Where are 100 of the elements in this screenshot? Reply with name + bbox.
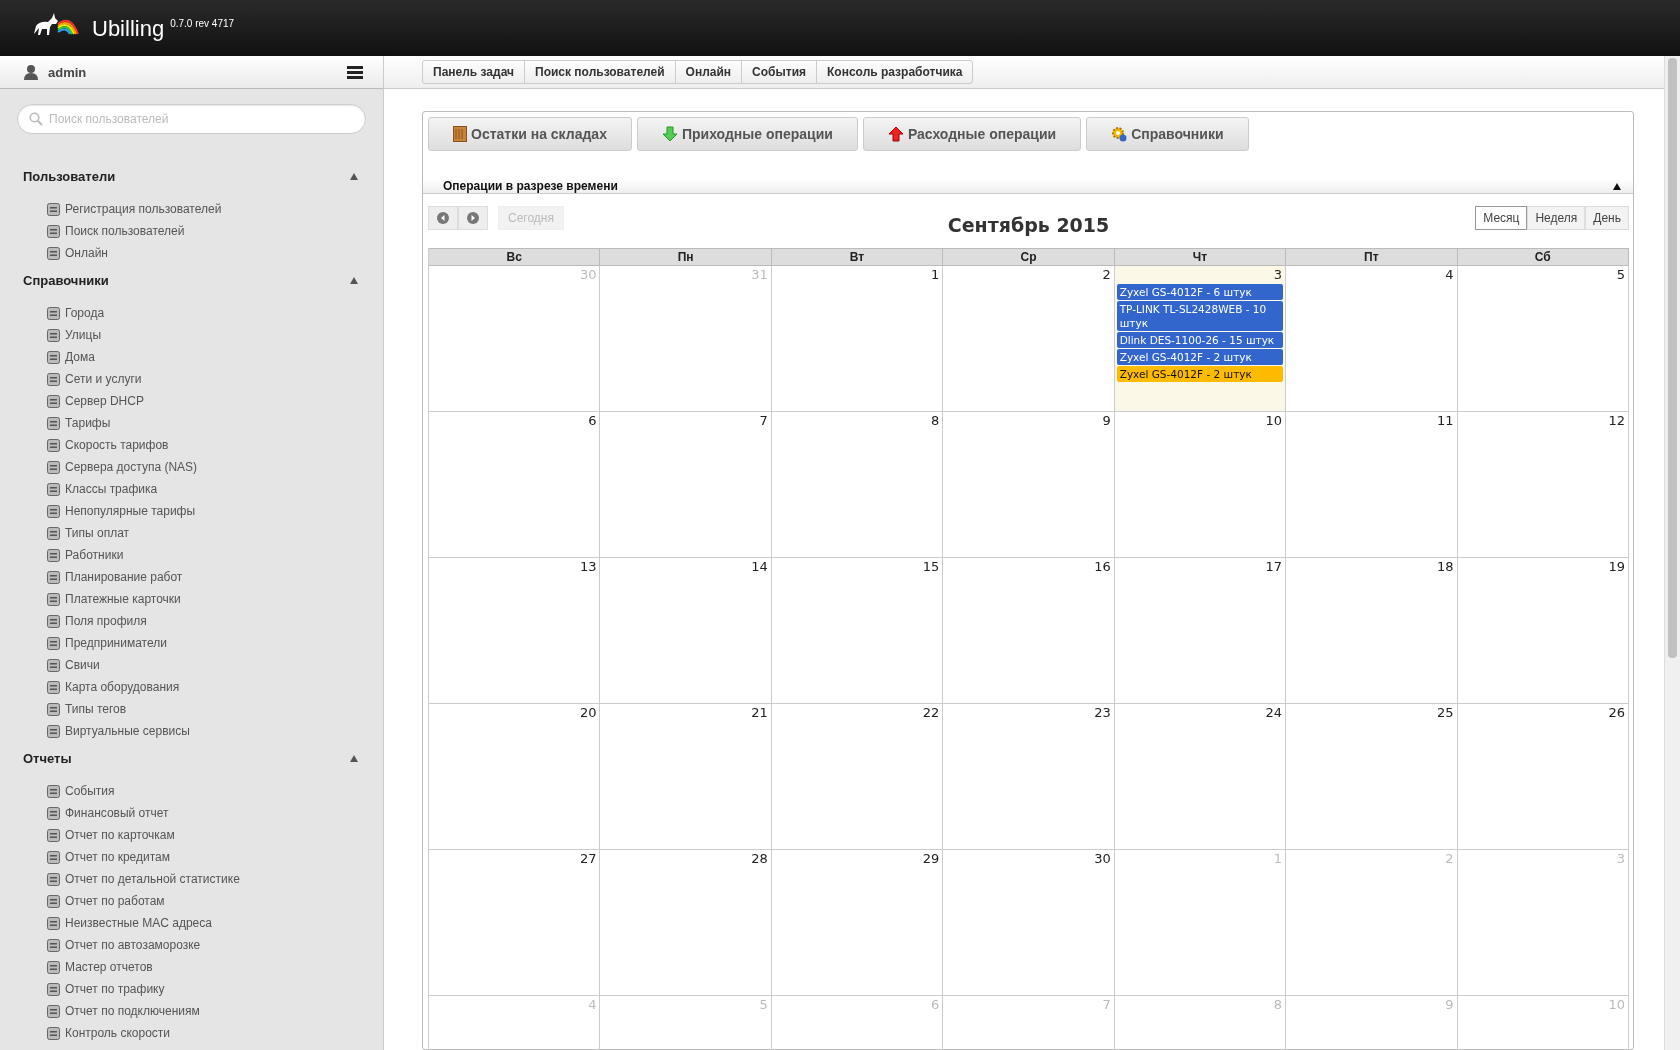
- day-number: 8: [930, 412, 941, 430]
- view-tab[interactable]: Месяц: [1475, 206, 1528, 230]
- day-number: 20: [578, 704, 598, 722]
- sidebar-link[interactable]: Отчет по кредитам: [65, 850, 171, 864]
- day-number: 3: [1615, 850, 1626, 868]
- previous-button[interactable]: [428, 206, 458, 230]
- collapse-icon[interactable]: [350, 754, 358, 762]
- sidebar-link[interactable]: Неизвестные MAC адреса: [65, 916, 212, 930]
- breadcrumb-link[interactable]: События: [742, 61, 818, 83]
- toolbar-button[interactable]: Остатки на складах: [428, 117, 632, 151]
- menu-item-icon: [46, 981, 61, 997]
- sidebar-link[interactable]: Отчет по подключениям: [65, 1004, 200, 1018]
- day-number: 22: [921, 704, 941, 722]
- day-number: 28: [750, 850, 769, 868]
- sidebar-link[interactable]: Работники: [65, 548, 124, 562]
- sidebar-link[interactable]: Непопулярные тарифы: [65, 504, 196, 518]
- sidebar-link[interactable]: Виртуальные сервисы: [65, 724, 190, 738]
- collapse-icon[interactable]: [1613, 182, 1621, 190]
- day-number: 1: [1272, 850, 1284, 868]
- sidebar-link[interactable]: События: [65, 784, 115, 798]
- sidebar-link[interactable]: Свичи: [65, 658, 100, 672]
- collapse-icon[interactable]: [350, 172, 358, 180]
- sidebar-link[interactable]: Регистрация пользователей: [65, 202, 222, 216]
- sidebar-link[interactable]: Предприниматели: [65, 636, 167, 650]
- section-title[interactable]: Справочники: [23, 272, 109, 288]
- calendar-event[interactable]: TP-LINK TL-SL2428WEB - 10 штук: [1116, 301, 1284, 331]
- menu-item-icon: [46, 1003, 61, 1019]
- sidebar-link[interactable]: Контроль скорости: [65, 1026, 171, 1040]
- weekday-header: Чт: [1114, 248, 1287, 266]
- arrow-down-icon: [661, 126, 678, 142]
- sidebar-link[interactable]: Дома: [65, 350, 95, 364]
- menu-item-icon: [46, 723, 61, 739]
- breadcrumb-link[interactable]: Онлайн: [675, 61, 743, 83]
- sidebar-link[interactable]: Отчет по трафику: [65, 982, 165, 996]
- search-field[interactable]: Поиск пользователей: [17, 104, 366, 134]
- sidebar-link[interactable]: Типы тегов: [65, 702, 127, 716]
- day-number: 2: [1444, 850, 1455, 868]
- user-name[interactable]: admin: [48, 64, 338, 80]
- arrow-up-icon: [887, 126, 904, 142]
- section-title[interactable]: Отчеты: [23, 750, 72, 766]
- menu-item-icon: [46, 591, 61, 607]
- sidebar-link[interactable]: Отчет по автозаморозке: [65, 938, 201, 952]
- app-name: Ubilling: [92, 16, 165, 42]
- day-number: 24: [1264, 704, 1284, 722]
- sidebar-link[interactable]: Мастер отчетов: [65, 960, 153, 974]
- day-number: 17: [1264, 558, 1284, 576]
- toolbar-button[interactable]: Расходные операции: [862, 117, 1082, 151]
- sidebar-link[interactable]: Финансовый отчет: [65, 806, 169, 820]
- menu-item-icon: [46, 481, 61, 497]
- gear-icon: [1111, 126, 1128, 142]
- menu-icon[interactable]: [347, 65, 363, 79]
- sidebar-link[interactable]: Классы трафика: [65, 482, 158, 496]
- sidebar-link[interactable]: Скорость тарифов: [65, 438, 169, 452]
- sidebar-link[interactable]: Поля профиля: [65, 614, 147, 628]
- view-tab[interactable]: Неделя: [1527, 206, 1586, 230]
- calendar-event[interactable]: Zyxel GS-4012F - 2 штук: [1116, 349, 1284, 365]
- calendar-event[interactable]: Zyxel GS-4012F - 2 штук: [1116, 366, 1284, 382]
- sidebar-link[interactable]: Сети и услуги: [65, 372, 142, 386]
- menu-item-icon: [46, 635, 61, 651]
- calendar-event[interactable]: Dlink DES-1100-26 - 15 штук: [1116, 332, 1284, 348]
- menu-item-icon: [46, 459, 61, 475]
- sidebar-link[interactable]: Сервер DHCP: [65, 394, 144, 408]
- sidebar-link[interactable]: Отчет по детальной статистике: [65, 872, 240, 886]
- sidebar-link[interactable]: Сервера доступа (NAS): [65, 460, 198, 474]
- breadcrumb-link[interactable]: Консоль разработчика: [817, 61, 973, 83]
- day-number: 6: [587, 412, 598, 430]
- sidebar-link[interactable]: Улицы: [65, 328, 102, 342]
- sidebar-link[interactable]: Онлайн: [65, 246, 108, 260]
- menu-item-icon: [46, 349, 61, 365]
- version-label: 0.7.0 rev 4717: [170, 18, 235, 29]
- sidebar-link[interactable]: Карта оборудования: [65, 680, 180, 694]
- sidebar-link[interactable]: Поиск пользователей: [65, 224, 185, 238]
- day-number: 9: [1444, 996, 1455, 1014]
- sidebar-link[interactable]: Отчет по работам: [65, 894, 165, 908]
- scrollbar-thumb[interactable]: [1668, 58, 1677, 658]
- scrollbar[interactable]: [1664, 56, 1680, 1050]
- section-title[interactable]: Пользователи: [23, 168, 116, 184]
- toolbar-button[interactable]: Справочники: [1086, 117, 1249, 151]
- toolbar-button[interactable]: Приходные операции: [636, 117, 858, 151]
- day-number: 7: [1101, 996, 1112, 1014]
- day-number: 6: [930, 996, 941, 1014]
- next-button[interactable]: [458, 206, 488, 230]
- menu-item-icon: [46, 937, 61, 953]
- breadcrumb-link[interactable]: Поиск пользователей: [525, 61, 676, 83]
- day-number: 18: [1436, 558, 1455, 576]
- day-number: 10: [1607, 996, 1626, 1014]
- sidebar-link[interactable]: Города: [65, 306, 105, 320]
- calendar-event[interactable]: Zyxel GS-4012F - 6 штук: [1116, 284, 1284, 300]
- sidebar-link[interactable]: Планирование работ: [65, 570, 183, 584]
- sidebar-link[interactable]: Типы оплат: [65, 526, 130, 540]
- sidebar-link[interactable]: Платежные карточки: [65, 592, 181, 606]
- menu-item-icon: [46, 305, 61, 321]
- sidebar-link[interactable]: Тарифы: [65, 416, 111, 430]
- day-number: 14: [750, 558, 769, 576]
- breadcrumb-link[interactable]: Панель задач: [423, 61, 525, 83]
- menu-item-icon: [46, 525, 61, 541]
- view-tab[interactable]: День: [1585, 206, 1629, 230]
- sidebar-link[interactable]: Отчет по карточкам: [65, 828, 175, 842]
- day-number: 1: [930, 266, 941, 284]
- collapse-icon[interactable]: [350, 276, 358, 284]
